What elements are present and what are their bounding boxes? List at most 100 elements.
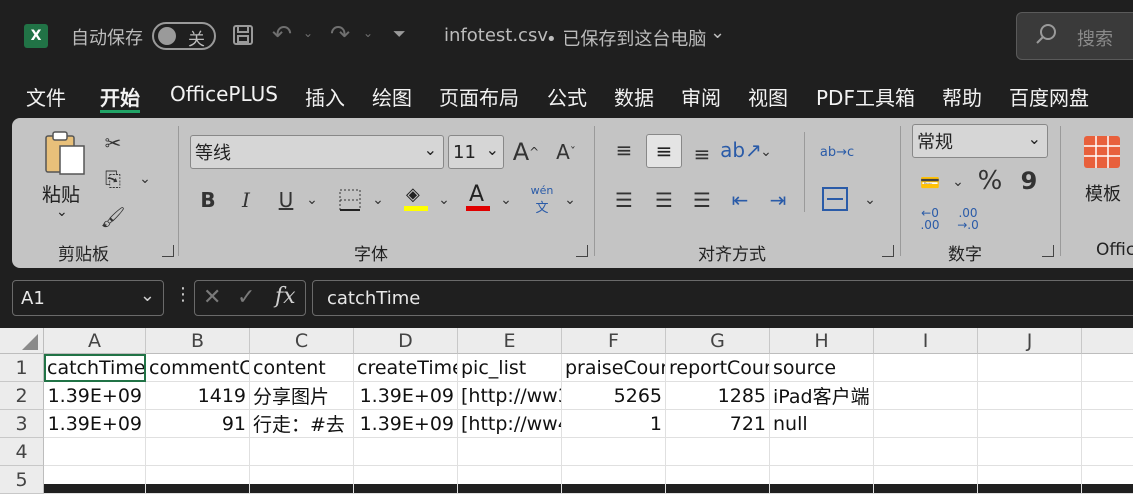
chevron-down-icon[interactable]: ⌄: [710, 22, 725, 43]
font-launcher-icon[interactable]: [576, 245, 588, 257]
formula-input[interactable]: catchTime: [312, 280, 1133, 316]
tab-pdf-tools[interactable]: PDF工具箱: [816, 82, 915, 111]
font-color-icon[interactable]: A: [464, 182, 492, 214]
row-header-3[interactable]: 3: [0, 410, 44, 438]
cell-f1[interactable]: praiseCour: [562, 354, 666, 382]
tab-baidu-netdisk[interactable]: 百度网盘: [1009, 82, 1089, 111]
format-painter-icon[interactable]: 🖌: [100, 204, 126, 230]
cell-i4[interactable]: [874, 438, 978, 466]
row-header-5[interactable]: 5: [0, 466, 44, 494]
insert-function-icon[interactable]: fx: [275, 284, 296, 309]
tab-file[interactable]: 文件: [26, 82, 66, 111]
autosave-toggle[interactable]: 关: [152, 22, 216, 50]
template-label[interactable]: 模板: [1085, 180, 1121, 206]
copy-dropdown-icon[interactable]: ⌄: [136, 168, 154, 190]
cell-k3[interactable]: [1082, 410, 1133, 438]
tab-draw[interactable]: 绘图: [372, 82, 412, 111]
cell-h4[interactable]: [770, 438, 874, 466]
cell-f4[interactable]: [562, 438, 666, 466]
cell-g1[interactable]: reportCour: [666, 354, 770, 382]
customize-qat-icon[interactable]: ⏷: [393, 24, 406, 44]
cell-k4[interactable]: [1082, 438, 1133, 466]
italic-button[interactable]: I: [234, 186, 258, 214]
row-header-4[interactable]: 4: [0, 438, 44, 466]
paste-dropdown-icon[interactable]: ⌄: [56, 204, 68, 220]
cell-d1[interactable]: createTime: [354, 354, 458, 382]
save-icon[interactable]: [230, 22, 256, 48]
cell-b1[interactable]: commentC: [146, 354, 250, 382]
cell-f5[interactable]: [562, 466, 666, 494]
bold-button[interactable]: B: [196, 186, 220, 214]
column-header-j[interactable]: J: [978, 328, 1082, 354]
cell-c1[interactable]: content: [250, 354, 354, 382]
column-header-h[interactable]: H: [770, 328, 874, 354]
more-options-icon[interactable]: ⋮: [174, 284, 192, 305]
column-header-g[interactable]: G: [666, 328, 770, 354]
cell-i1[interactable]: [874, 354, 978, 382]
template-icon[interactable]: [1082, 134, 1122, 174]
cell-e2[interactable]: [http://ww3: [458, 382, 562, 410]
select-all-corner[interactable]: [0, 328, 44, 354]
redo-icon[interactable]: ↷: [330, 20, 350, 48]
number-format-select[interactable]: 常规 ⌄: [912, 124, 1048, 158]
name-box[interactable]: A1 ⌄: [12, 280, 164, 316]
cell-c5[interactable]: [250, 466, 354, 494]
cell-h3[interactable]: null: [770, 410, 874, 438]
paste-label[interactable]: 粘贴: [42, 180, 80, 207]
font-name-select[interactable]: 等线 ⌄: [190, 135, 444, 169]
tab-insert[interactable]: 插入: [305, 82, 345, 111]
decrease-font-size-icon[interactable]: Aˇ: [552, 138, 580, 166]
decrease-decimal-icon[interactable]: .00 →.0: [952, 204, 984, 234]
cell-g5[interactable]: [666, 466, 770, 494]
cell-a1[interactable]: catchTime: [44, 354, 146, 382]
percent-style-button[interactable]: %: [976, 166, 1004, 196]
cell-e5[interactable]: [458, 466, 562, 494]
row-header-1[interactable]: 1: [0, 354, 44, 382]
clipboard-launcher-icon[interactable]: [162, 245, 174, 257]
align-bottom-icon[interactable]: ≡: [688, 140, 716, 168]
cell-a5[interactable]: [44, 466, 146, 494]
fill-color-dropdown-icon[interactable]: ⌄: [436, 188, 452, 212]
column-header-c[interactable]: C: [250, 328, 354, 354]
search-box[interactable]: 搜索: [1016, 12, 1133, 60]
column-header-e[interactable]: E: [458, 328, 562, 354]
cell-k5[interactable]: [1082, 466, 1133, 494]
cell-f2[interactable]: 5265: [562, 382, 666, 410]
cell-c2[interactable]: 分享图片: [250, 382, 354, 410]
redo-dropdown-icon[interactable]: ⌄: [363, 26, 373, 40]
cell-e1[interactable]: pic_list: [458, 354, 562, 382]
enter-icon[interactable]: ✓: [237, 285, 255, 310]
merge-center-icon[interactable]: [820, 184, 850, 214]
fill-color-icon[interactable]: ◈: [402, 184, 430, 214]
number-launcher-icon[interactable]: [1042, 245, 1054, 257]
cell-a4[interactable]: [44, 438, 146, 466]
paste-icon[interactable]: [42, 130, 88, 180]
tab-page-layout[interactable]: 页面布局: [439, 82, 519, 111]
tab-view[interactable]: 视图: [748, 82, 788, 111]
column-header-k[interactable]: [1082, 328, 1133, 354]
tab-formulas[interactable]: 公式: [547, 82, 587, 111]
cell-b4[interactable]: [146, 438, 250, 466]
undo-dropdown-icon[interactable]: ⌄: [303, 26, 313, 40]
accounting-format-icon[interactable]: 💳: [914, 168, 946, 196]
orientation-dropdown-icon[interactable]: ⌄: [758, 140, 774, 164]
cell-b3[interactable]: 91: [146, 410, 250, 438]
accounting-dropdown-icon[interactable]: ⌄: [950, 170, 966, 194]
column-header-d[interactable]: D: [354, 328, 458, 354]
alignment-launcher-icon[interactable]: [882, 245, 894, 257]
save-status[interactable]: • 已保存到这台电脑: [546, 25, 706, 51]
cell-b5[interactable]: [146, 466, 250, 494]
cell-d5[interactable]: [354, 466, 458, 494]
underline-dropdown-icon[interactable]: ⌄: [304, 188, 320, 212]
cell-i5[interactable]: [874, 466, 978, 494]
cancel-icon[interactable]: ✕: [203, 285, 221, 310]
cell-g3[interactable]: 721: [666, 410, 770, 438]
comma-style-button[interactable]: 9: [1016, 166, 1042, 196]
wrap-text-icon[interactable]: ab→c: [820, 136, 854, 168]
cell-e3[interactable]: [http://ww4: [458, 410, 562, 438]
align-middle-icon[interactable]: ≡: [646, 134, 682, 168]
column-header-f[interactable]: F: [562, 328, 666, 354]
font-size-select[interactable]: 11 ⌄: [448, 135, 504, 169]
copy-icon[interactable]: ⎘: [100, 166, 126, 192]
tab-review[interactable]: 审阅: [681, 82, 721, 111]
